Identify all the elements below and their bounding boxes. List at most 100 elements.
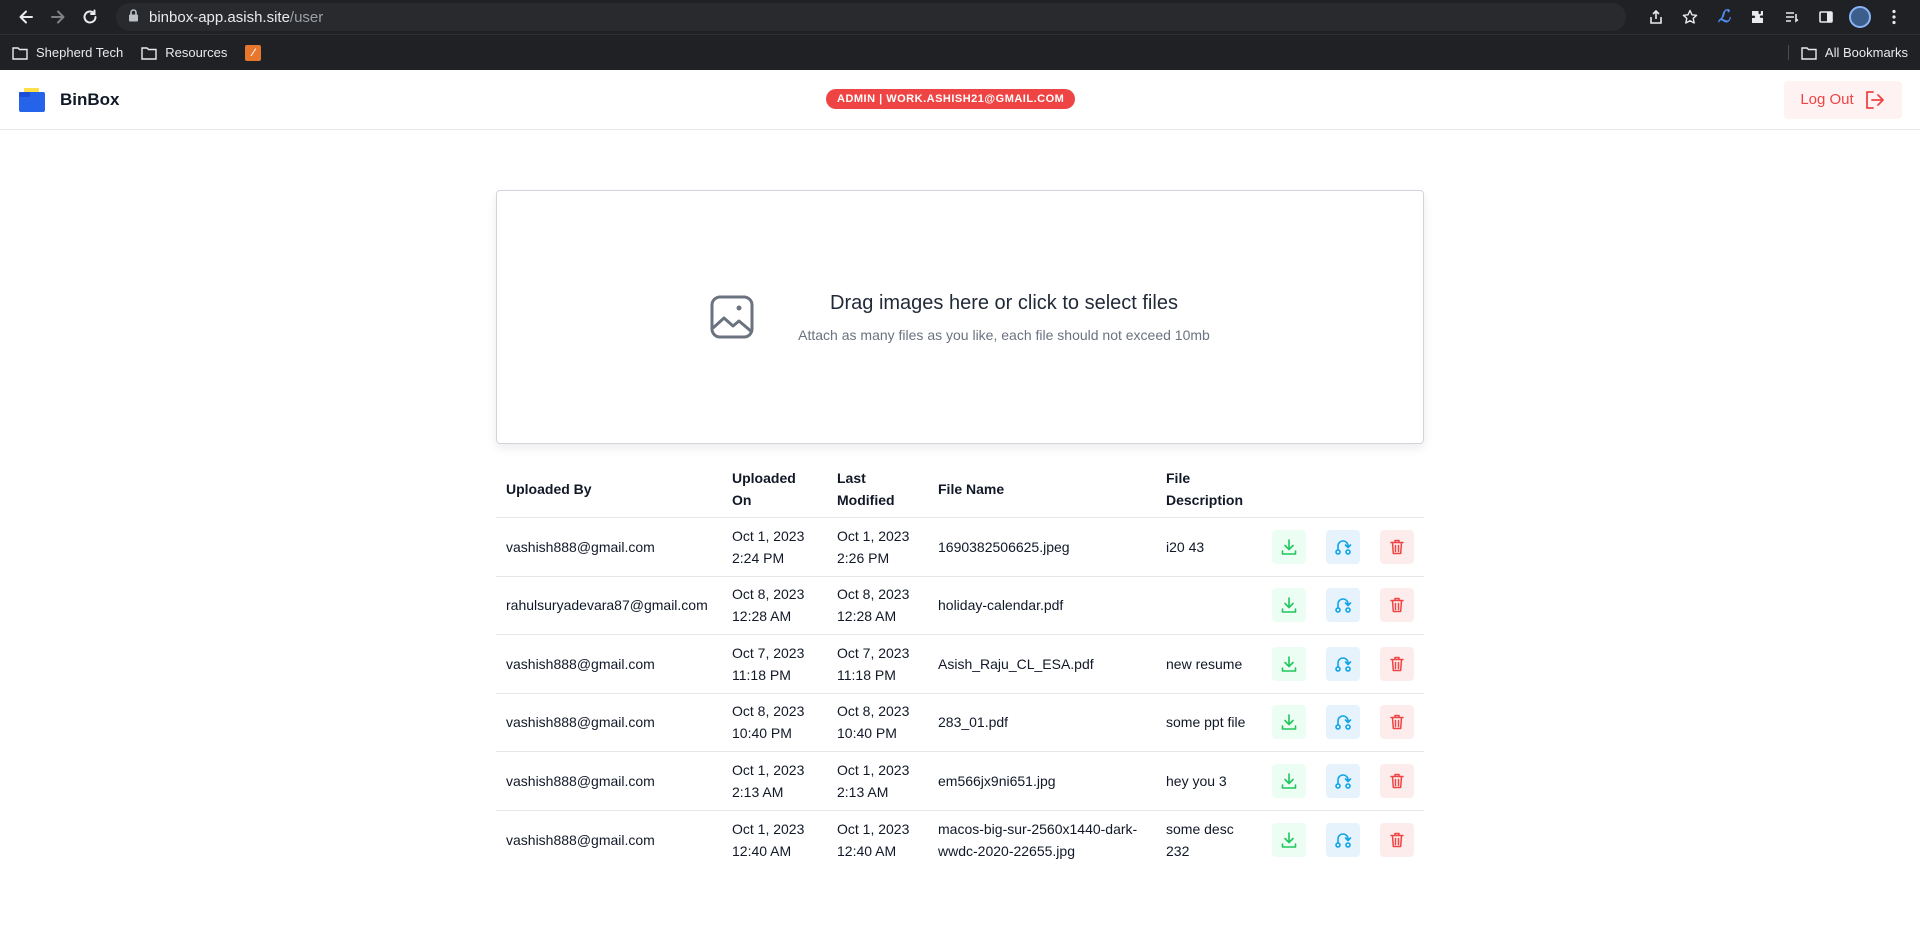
cell-file-name: 283_01.pdf [928, 693, 1156, 752]
logout-label: Log Out [1800, 91, 1854, 108]
back-arrow-icon [19, 10, 33, 24]
extensions-menu-button[interactable] [1742, 1, 1774, 33]
download-button[interactable] [1272, 646, 1306, 681]
reading-list-icon [1786, 12, 1799, 23]
delete-button[interactable] [1380, 646, 1414, 681]
modified-date: Oct 1, 2023 [837, 761, 910, 778]
download-icon [1281, 714, 1297, 731]
brand[interactable]: BinBox [18, 87, 120, 113]
download-button[interactable] [1272, 705, 1306, 740]
all-bookmarks-button[interactable]: All Bookmarks [1787, 45, 1908, 60]
delete-button[interactable] [1380, 822, 1414, 857]
star-icon [1682, 9, 1698, 24]
profile-button[interactable] [1844, 1, 1876, 33]
modified-date: Oct 1, 2023 [837, 820, 910, 837]
dropzone-title: Drag images here or click to select file… [830, 291, 1178, 314]
modified-time: 11:18 PM [837, 666, 896, 683]
bookmark-star-button[interactable] [1674, 1, 1706, 33]
download-button[interactable] [1272, 588, 1306, 623]
share-icon [1650, 9, 1662, 24]
rename-button[interactable] [1326, 529, 1360, 564]
trash-icon [1390, 598, 1404, 613]
cell-last-modified: Oct 7, 2023 11:18 PM [827, 634, 928, 694]
bookmark-label: Resources [165, 45, 228, 60]
table-row: vashish888@gmail.com Oct 1, 2023 2:13 AM Oc… [496, 751, 1424, 811]
trash-icon [1390, 773, 1404, 788]
trash-icon [1390, 656, 1404, 671]
reading-list-button[interactable] [1776, 1, 1808, 33]
kebab-menu-icon [1892, 9, 1896, 25]
download-button[interactable] [1272, 529, 1306, 564]
side-panel-button[interactable] [1810, 1, 1842, 33]
uploaded-on-time: 11:18 PM [732, 666, 791, 683]
header-file-name: File Name [928, 461, 1156, 518]
cell-uploaded-on: Oct 1, 2023 2:13 AM [722, 751, 827, 811]
cell-file-name: em566jx9ni651.jpg [928, 751, 1156, 811]
chrome-menu-button[interactable] [1878, 1, 1910, 33]
cell-last-modified: Oct 1, 2023 12:40 AM [827, 810, 928, 869]
cell-uploaded-by: vashish888@gmail.com [496, 634, 722, 694]
rename-flow-icon [1335, 598, 1352, 614]
extension-button[interactable]: ℒ [1708, 1, 1740, 33]
rename-button[interactable] [1326, 705, 1360, 740]
header-uploaded-by: Uploaded By [496, 461, 722, 518]
back-button[interactable] [10, 1, 42, 33]
header-actions [1260, 461, 1424, 518]
browser-toolbar: binbox-app.asish.site/user ℒ [0, 0, 1920, 34]
table-row: rahulsuryadevara87@gmail.com Oct 8, 2023 1… [496, 576, 1424, 635]
table-row: vashish888@gmail.com Oct 1, 2023 12:40 AM O… [496, 810, 1424, 869]
uploaded-on-date: Oct 7, 2023 [732, 644, 805, 661]
cell-uploaded-on: Oct 8, 2023 12:28 AM [722, 576, 827, 635]
header-uploaded-on: Uploaded On [722, 461, 827, 518]
rename-flow-icon [1335, 832, 1352, 848]
bookmark-favicon-item[interactable]: ⁄ [245, 44, 262, 61]
cell-uploaded-on: Oct 8, 2023 10:40 PM [722, 693, 827, 752]
cell-description: hey you 3 [1156, 751, 1260, 811]
file-dropzone[interactable]: Drag images here or click to select file… [496, 190, 1424, 444]
cell-last-modified: Oct 1, 2023 2:26 PM [827, 517, 928, 577]
forward-arrow-icon [51, 10, 65, 24]
cell-actions [1260, 810, 1424, 869]
bookmark-shepherd-tech[interactable]: Shepherd Tech [12, 45, 123, 60]
bookmarks-bar: Shepherd Tech Resources ⁄ All Bookmarks [0, 34, 1920, 70]
reload-icon [83, 9, 97, 24]
delete-button[interactable] [1380, 588, 1414, 623]
reload-button[interactable] [74, 1, 106, 33]
uploaded-on-time: 10:40 PM [732, 725, 792, 742]
logout-icon [1865, 90, 1884, 109]
share-button[interactable] [1640, 1, 1672, 33]
all-bookmarks-label: All Bookmarks [1824, 45, 1908, 60]
rename-button[interactable] [1326, 763, 1360, 798]
uploaded-on-date: Oct 8, 2023 [732, 703, 805, 720]
download-button[interactable] [1272, 822, 1306, 857]
cell-actions [1260, 576, 1424, 635]
download-button[interactable] [1272, 763, 1306, 798]
forward-button[interactable] [42, 1, 74, 33]
modified-date: Oct 7, 2023 [837, 644, 910, 661]
uploaded-on-date: Oct 1, 2023 [732, 820, 805, 837]
rename-button[interactable] [1326, 588, 1360, 623]
bookmark-resources[interactable]: Resources [141, 45, 227, 60]
download-icon [1281, 538, 1297, 555]
modified-time: 2:26 PM [837, 549, 890, 566]
extension-icon: ℒ [1717, 7, 1731, 26]
cell-description: new resume [1156, 634, 1260, 694]
download-icon [1281, 772, 1297, 789]
address-bar[interactable]: binbox-app.asish.site/user [116, 3, 1626, 31]
uploaded-on-date: Oct 1, 2023 [732, 761, 805, 778]
rename-button[interactable] [1326, 646, 1360, 681]
folder-icon [1801, 46, 1817, 60]
cell-uploaded-by: vashish888@gmail.com [496, 751, 722, 811]
modified-date: Oct 8, 2023 [837, 703, 910, 720]
cell-uploaded-by: vashish888@gmail.com [506, 831, 655, 848]
cell-description [1156, 576, 1260, 635]
delete-button[interactable] [1380, 705, 1414, 740]
avatar [1849, 6, 1871, 28]
delete-button[interactable] [1380, 529, 1414, 564]
delete-button[interactable] [1380, 763, 1414, 798]
rename-button[interactable] [1326, 822, 1360, 857]
cell-uploaded-on: Oct 1, 2023 2:24 PM [722, 517, 827, 577]
logout-button[interactable]: Log Out [1784, 80, 1902, 119]
modified-time: 10:40 PM [837, 725, 897, 742]
uploaded-on-date: Oct 8, 2023 [732, 586, 805, 603]
